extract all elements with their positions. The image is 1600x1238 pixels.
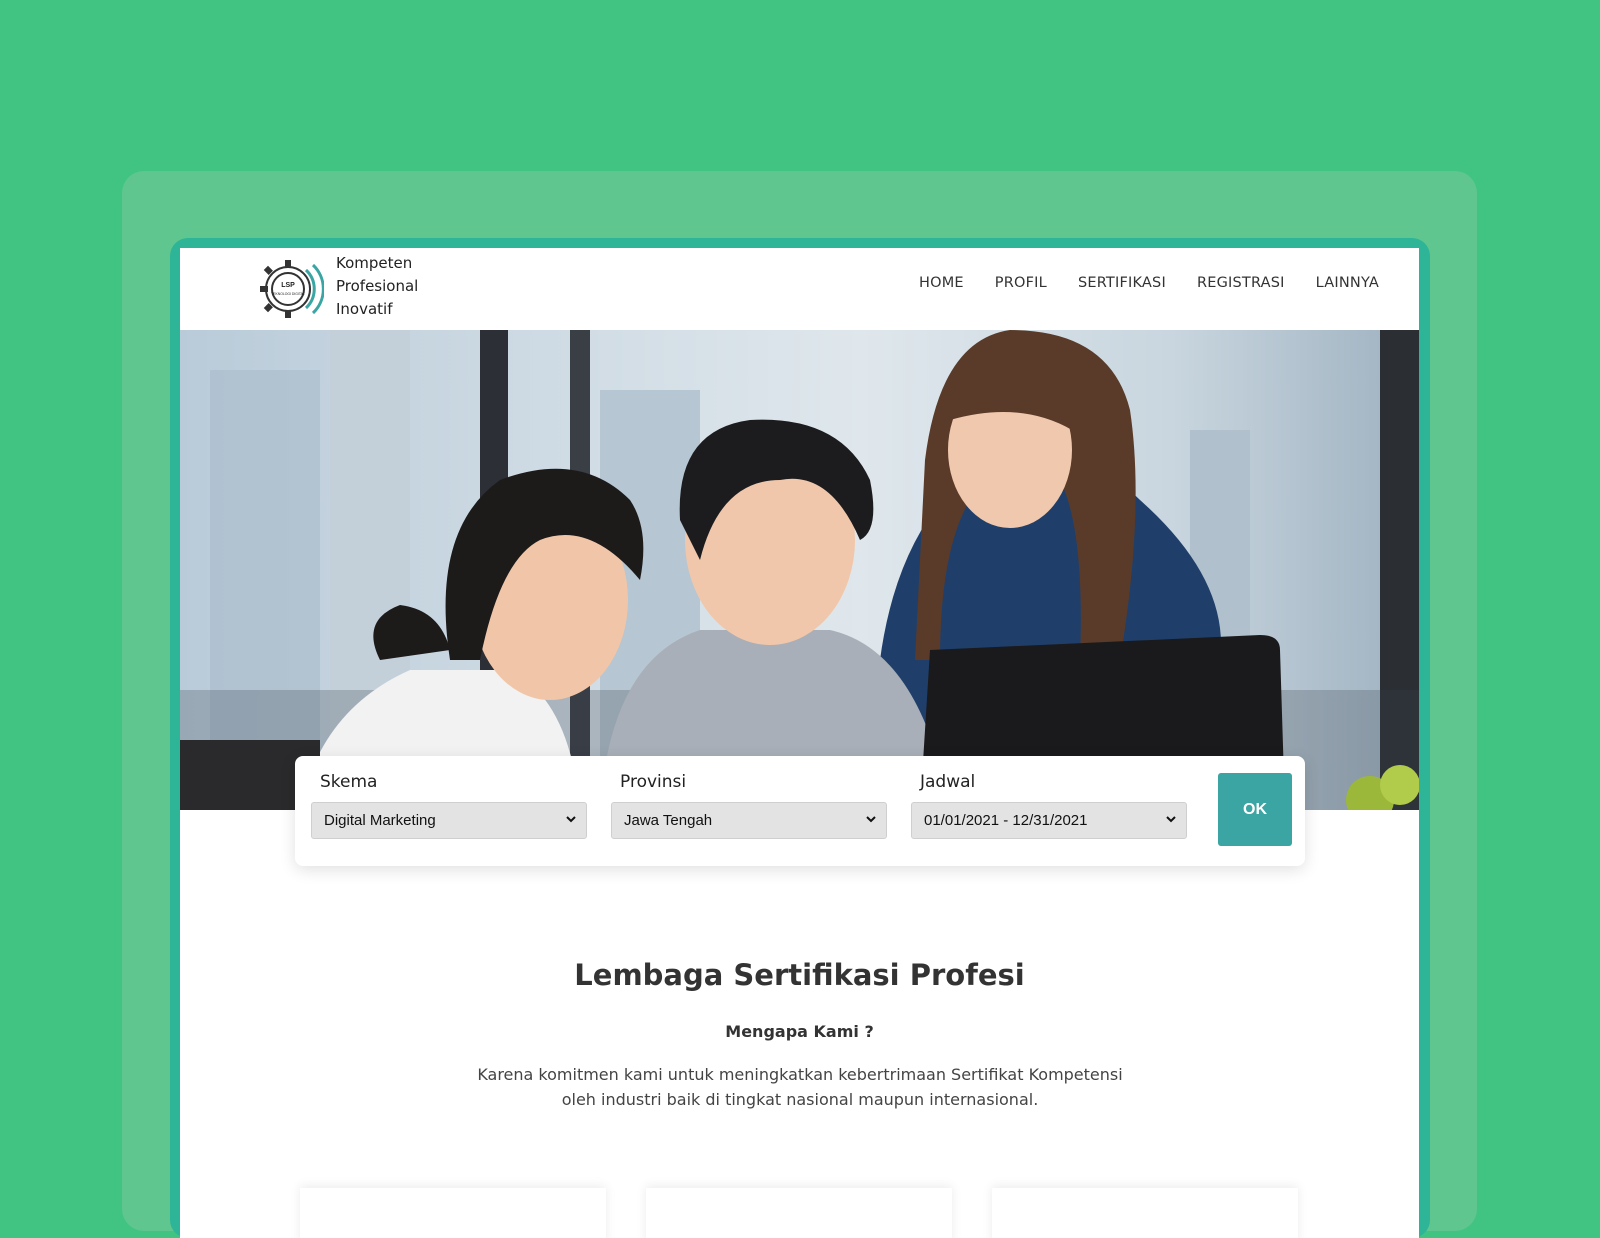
skema-label: Skema	[320, 772, 378, 792]
provinsi-label: Provinsi	[620, 772, 687, 792]
provinsi-value: Jawa Tengah	[624, 812, 713, 829]
description-line-1: Karena komitmen kami untuk meningkatkan …	[477, 1065, 1123, 1084]
brand-line-3: Inovatif	[336, 300, 393, 318]
nav-registrasi[interactable]: REGISTRASI	[1197, 275, 1285, 291]
search-form: Skema Digital Marketing Provinsi Jawa Te…	[295, 756, 1305, 866]
chevron-down-icon	[1166, 816, 1176, 823]
description-line-2: oleh industri baik di tingkat nasional m…	[561, 1090, 1039, 1109]
nav-profil[interactable]: PROFIL	[995, 275, 1047, 291]
logo-mark-subtext: TEKNOLOGI DIGITAL	[271, 292, 305, 296]
jadwal-field: Jadwal 01/01/2021 - 12/31/2021	[911, 772, 1187, 839]
section-subtitle: Mengapa Kami ?	[725, 1022, 874, 1041]
provinsi-field: Provinsi Jawa Tengah	[611, 772, 887, 839]
nav-lainnya[interactable]: LAINNYA	[1316, 275, 1379, 291]
feature-card	[300, 1188, 606, 1238]
jadwal-select[interactable]: 01/01/2021 - 12/31/2021	[911, 802, 1187, 839]
skema-select[interactable]: Digital Marketing	[311, 802, 587, 839]
hero-image	[180, 330, 1419, 810]
navbar: LSP TEKNOLOGI DIGITAL Kompeten Profesion…	[180, 248, 1419, 330]
chevron-down-icon	[566, 816, 576, 823]
brand-name[interactable]: Kompeten Profesional Inovatif	[336, 252, 456, 321]
provinsi-select[interactable]: Jawa Tengah	[611, 802, 887, 839]
jadwal-label: Jadwal	[920, 772, 976, 792]
section-description: Karena komitmen kami untuk meningkatkan …	[440, 1062, 1160, 1112]
nav-home[interactable]: HOME	[919, 275, 964, 291]
feature-card	[992, 1188, 1298, 1238]
feature-card	[646, 1188, 952, 1238]
website-page: LSP TEKNOLOGI DIGITAL Kompeten Profesion…	[180, 248, 1419, 1238]
logo-gear-icon[interactable]: LSP TEKNOLOGI DIGITAL	[256, 256, 324, 322]
brand-line-2: Profesional	[336, 277, 419, 295]
ok-button[interactable]: OK	[1218, 773, 1292, 846]
logo-mark-text: LSP	[281, 282, 295, 289]
jadwal-value: 01/01/2021 - 12/31/2021	[924, 812, 1088, 829]
nav-sertifikasi[interactable]: SERTIFIKASI	[1078, 275, 1166, 291]
brand-line-1: Kompeten	[336, 254, 413, 272]
main-menu: HOME PROFIL SERTIFIKASI REGISTRASI LAINN…	[919, 275, 1379, 291]
skema-field: Skema Digital Marketing	[311, 772, 587, 839]
skema-value: Digital Marketing	[324, 812, 436, 829]
chevron-down-icon	[866, 816, 876, 823]
page-title: Lembaga Sertifikasi Profesi	[574, 958, 1025, 992]
